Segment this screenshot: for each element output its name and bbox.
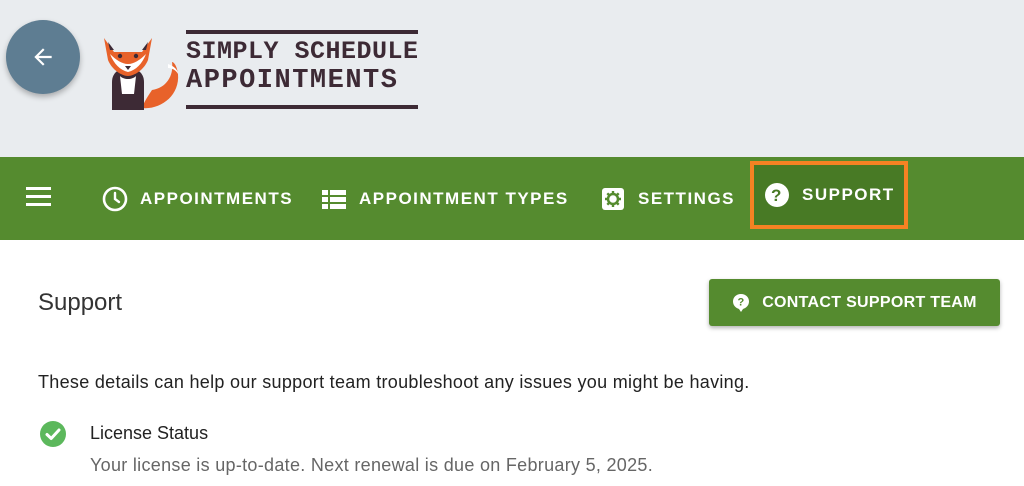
svg-text:?: ? xyxy=(771,186,783,205)
contact-support-label: CONTACT SUPPORT TEAM xyxy=(762,293,977,311)
arrow-left-icon xyxy=(34,48,52,66)
logo-rule-top xyxy=(186,30,418,34)
logo-rule-bottom xyxy=(186,105,418,109)
logo-line2: APPOINTMENTS xyxy=(186,66,399,96)
help-circle-icon: ? xyxy=(764,182,790,208)
main-nav: APPOINTMENTS APPOINTMENT TYPES SETTINGS … xyxy=(0,157,1024,240)
nav-item-label: APPOINTMENT TYPES xyxy=(359,188,569,208)
top-header: SIMPLY SCHEDULE APPOINTMENTS xyxy=(0,0,1024,157)
menu-icon[interactable] xyxy=(26,187,56,211)
clock-icon xyxy=(102,186,128,212)
nav-item-label: APPOINTMENTS xyxy=(140,188,294,208)
intro-text: These details can help our support team … xyxy=(38,372,750,392)
license-status-description: Your license is up-to-date. Next renewal… xyxy=(90,455,654,475)
nav-item-label: SUPPORT xyxy=(802,185,895,204)
check-circle-icon xyxy=(40,421,66,447)
fox-mascot-icon xyxy=(104,38,179,110)
logo-line1: SIMPLY SCHEDULE xyxy=(186,37,419,66)
contact-support-button[interactable]: ? CONTACT SUPPORT TEAM xyxy=(709,279,1000,326)
nav-item-support[interactable]: ? SUPPORT xyxy=(750,161,908,229)
nav-item-appointments[interactable]: APPOINTMENTS xyxy=(102,157,293,240)
list-icon xyxy=(321,186,347,212)
nav-item-appointment-types[interactable]: APPOINTMENT TYPES xyxy=(321,157,569,240)
help-bubble-icon: ? xyxy=(732,293,752,313)
nav-item-label: SETTINGS xyxy=(638,188,736,208)
svg-text:?: ? xyxy=(738,296,745,308)
license-status-title: License Status xyxy=(90,423,209,443)
page-title: Support xyxy=(38,289,123,316)
gear-icon xyxy=(600,186,626,212)
logo: SIMPLY SCHEDULE APPOINTMENTS xyxy=(98,26,428,114)
back-button[interactable] xyxy=(6,20,80,94)
nav-item-settings[interactable]: SETTINGS xyxy=(600,157,735,240)
logo-wordmark: SIMPLY SCHEDULE APPOINTMENTS xyxy=(186,26,418,114)
